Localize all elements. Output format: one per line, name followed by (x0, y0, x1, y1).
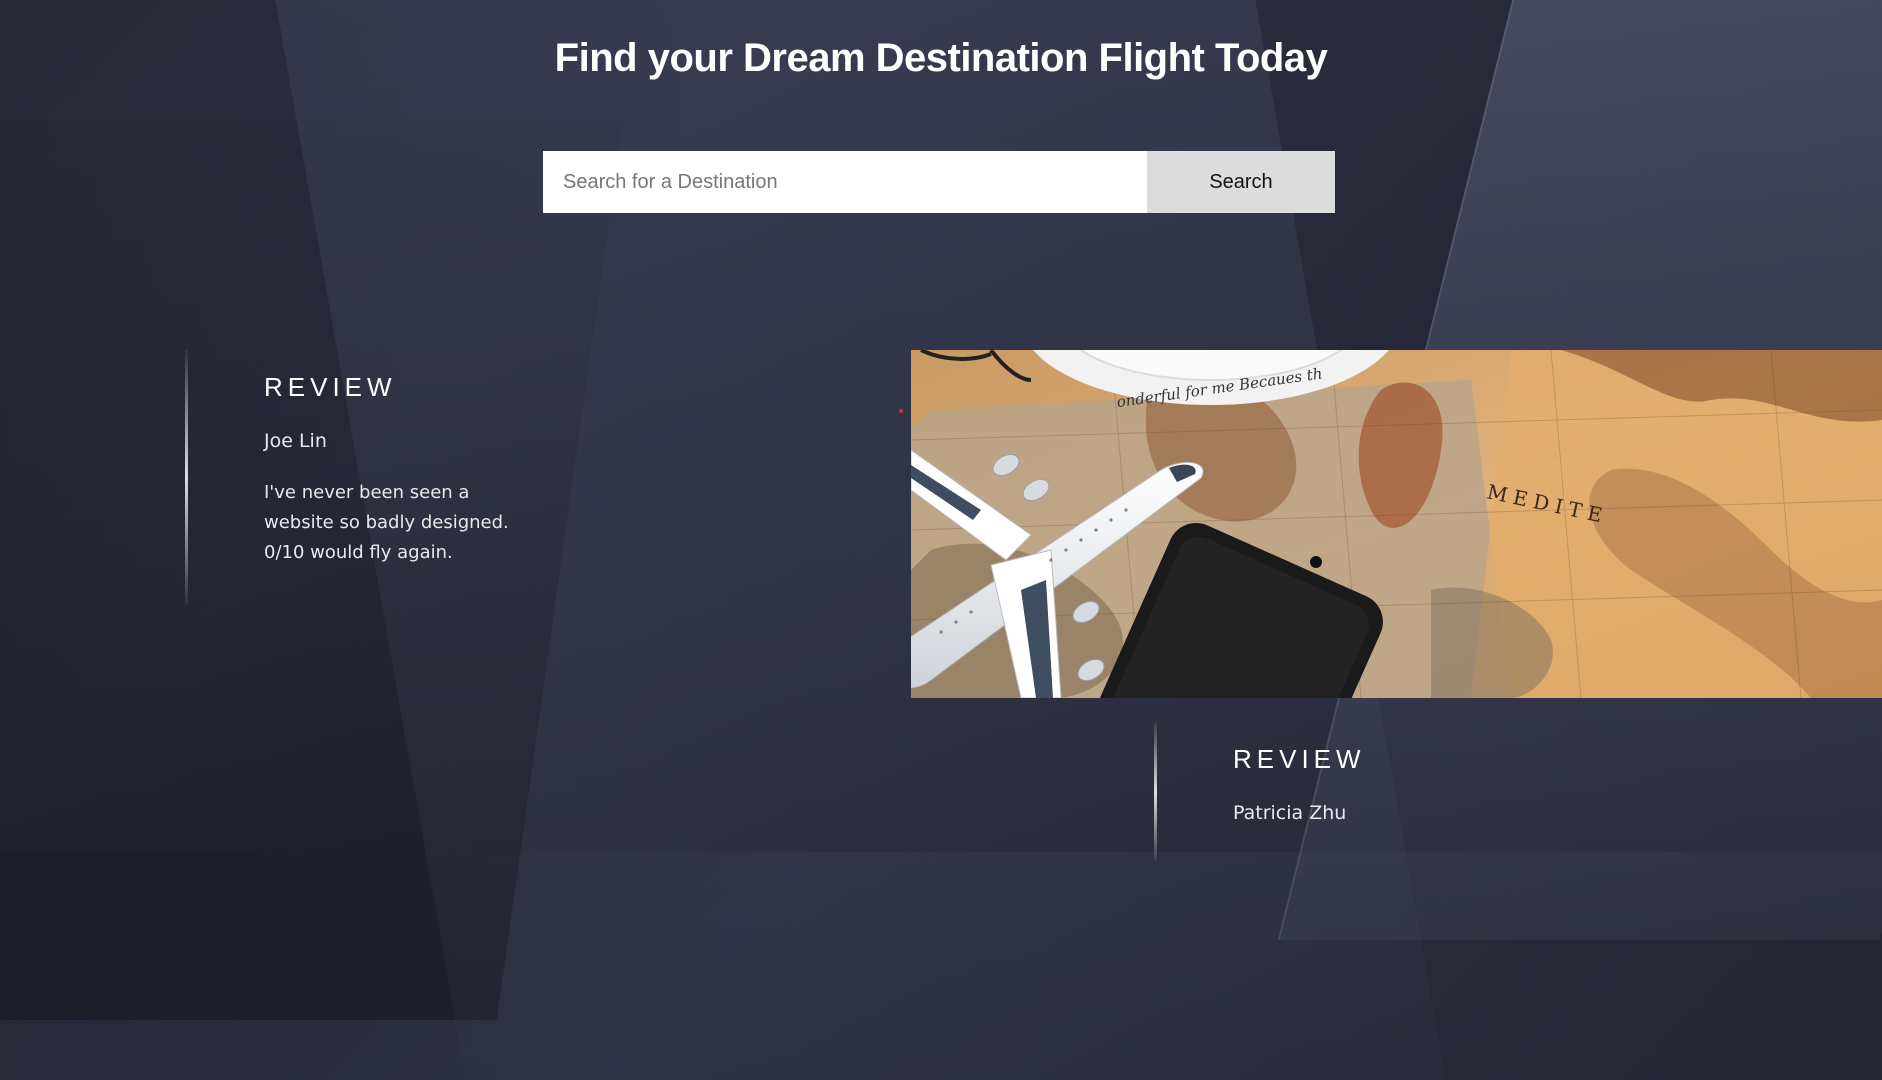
review-heading: REVIEW (264, 372, 397, 402)
review-heading: REVIEW (1233, 744, 1366, 774)
review-divider (1154, 722, 1157, 862)
review-card: REVIEW Joe Lin I've never been seen a we… (185, 350, 545, 605)
review-author: Patricia Zhu (1233, 802, 1347, 824)
review-text: I've never been seen a website so badly … (264, 482, 509, 563)
accent-dot (899, 409, 903, 413)
search-button[interactable]: Search (1147, 151, 1335, 213)
search-bar: Search (543, 151, 1335, 213)
page-title: Find your Dream Destination Flight Today (554, 36, 1328, 80)
review-divider (185, 350, 188, 605)
review-author: Joe Lin (264, 430, 327, 452)
review-card: REVIEW Patricia Zhu (1154, 722, 1574, 862)
travel-photo: MEDITE onderful for me Becaues th (911, 350, 1882, 698)
search-input[interactable] (543, 151, 1147, 213)
